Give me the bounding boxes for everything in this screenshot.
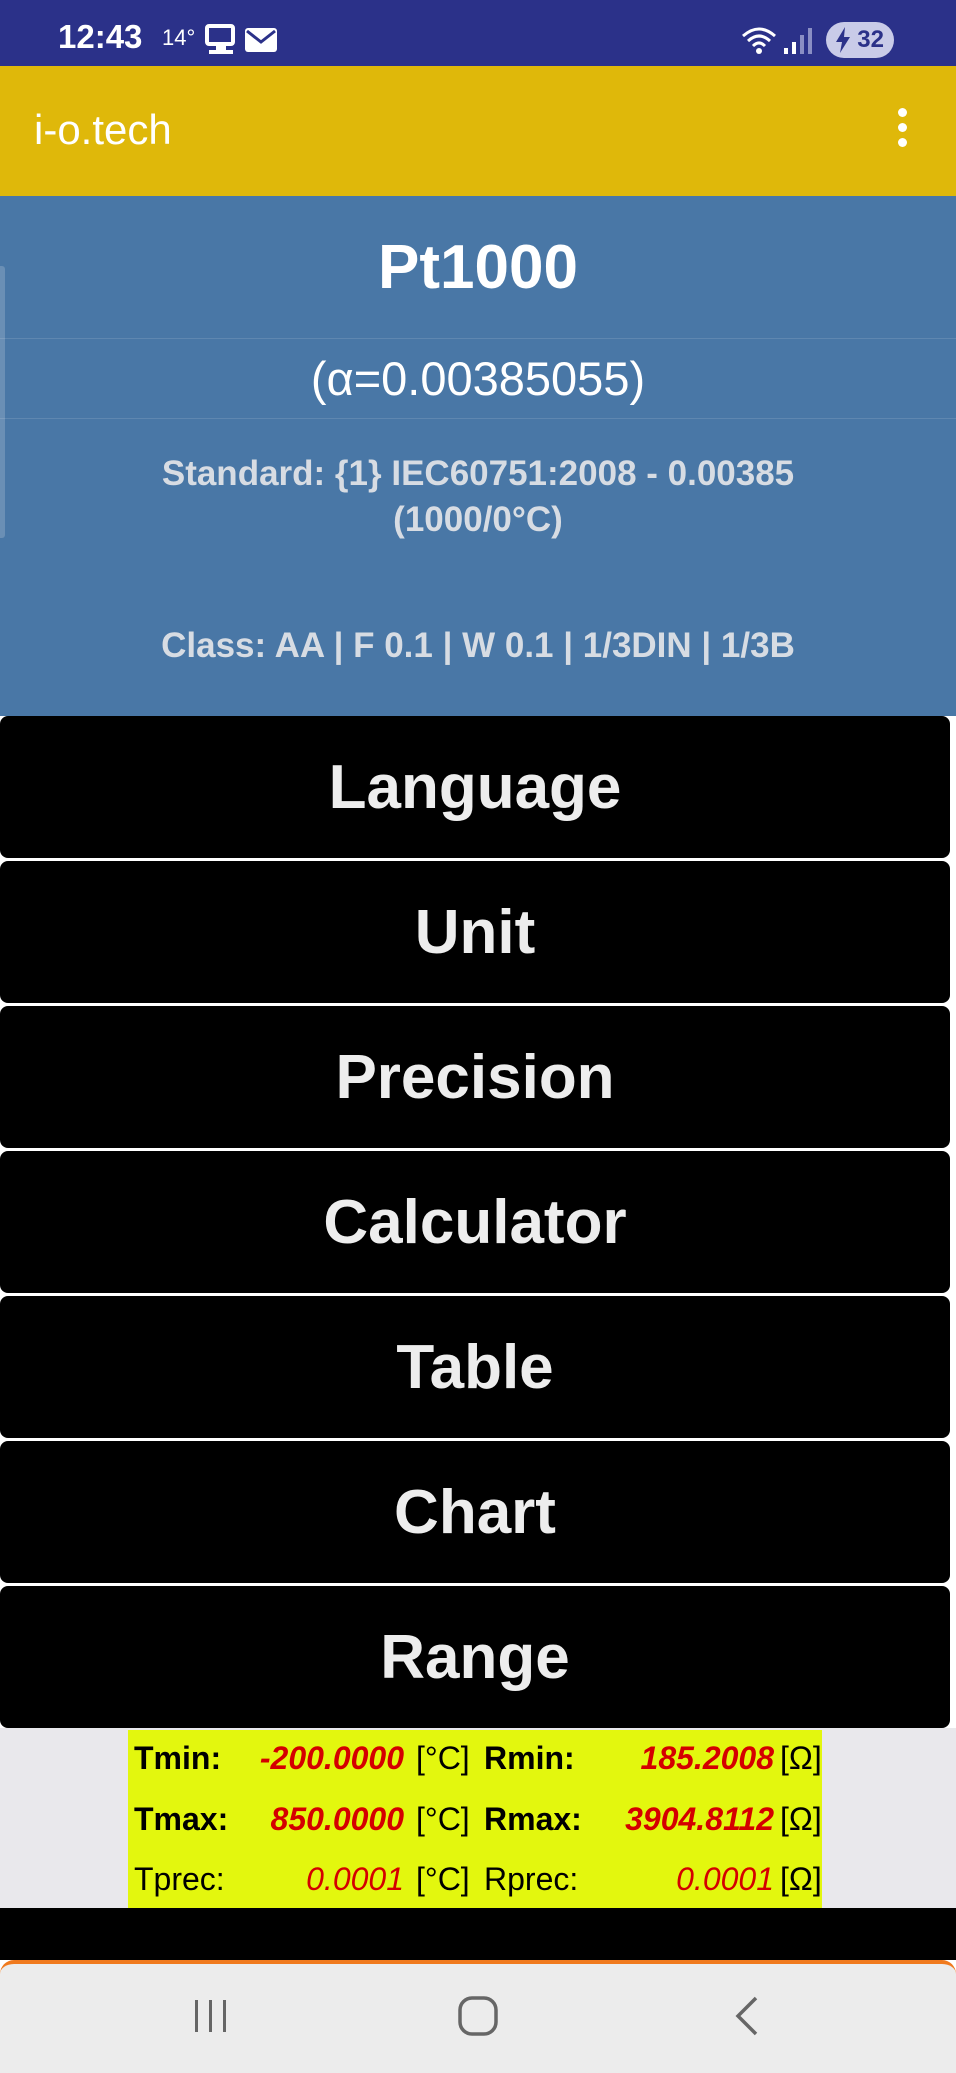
recent-apps-icon[interactable] [191, 1994, 231, 2038]
rmax-unit: [Ω] [780, 1801, 822, 1837]
home-icon[interactable] [456, 1994, 500, 2038]
battery-level: 32 [857, 26, 884, 53]
tprec-value: 0.0001 [306, 1861, 404, 1897]
status-time: 12:43 [58, 18, 143, 55]
menu-item-range[interactable]: Range [0, 1586, 950, 1728]
sensor-alpha: (α=0.00385055) [310, 352, 646, 405]
rprec-value: 0.0001 [676, 1861, 774, 1897]
divider [0, 338, 956, 339]
menu-item-label: Table [396, 1332, 554, 1402]
charging-bolt-icon [836, 27, 850, 53]
sensor-class: Class: AA | F 0.1 | W 0.1 | 1/3DIN | 1/3… [161, 626, 795, 665]
menu-item-label: Unit [414, 897, 536, 967]
navigation-bar [0, 1960, 956, 2073]
menu-item-label: Range [380, 1622, 570, 1692]
sensor-name: Pt1000 [378, 233, 578, 302]
rmin-label: Rmin: [484, 1740, 575, 1776]
menu-item-calculator[interactable]: Calculator [0, 1151, 950, 1293]
mail-icon [245, 28, 277, 52]
signal-icon [784, 28, 812, 54]
range-summary: Tmin: -200.0000 [°C] Rmin: 185.2008 [Ω] … [0, 1728, 956, 1908]
more-vert-icon[interactable] [894, 108, 910, 156]
rmin-value: 185.2008 [640, 1740, 774, 1776]
menu-item-label: Precision [335, 1042, 615, 1112]
sensor-standard: Standard: {1} IEC60751:2008 - 0.00385 (1… [161, 454, 795, 539]
menu-item-label: Calculator [323, 1187, 627, 1257]
range-summary-box: Tmin: -200.0000 [°C] Rmin: 185.2008 [Ω] … [128, 1730, 822, 1908]
footer-strip [0, 1908, 956, 1960]
divider [0, 418, 956, 419]
app-bar: i-o.tech [0, 66, 956, 196]
menu-item-chart[interactable]: Chart [0, 1441, 950, 1583]
wifi-icon [742, 27, 776, 54]
menu-item-label: Chart [394, 1477, 556, 1547]
device-icon [205, 24, 235, 54]
status-temperature: 14° [162, 25, 196, 50]
menu-item-table[interactable]: Table [0, 1296, 950, 1438]
tmax-value: 850.0000 [270, 1801, 404, 1837]
menu-item-label: Language [328, 752, 622, 822]
rmin-unit: [Ω] [780, 1740, 822, 1776]
rmax-value: 3904.8112 [625, 1801, 774, 1837]
menu-item-language[interactable]: Language [0, 716, 950, 858]
sensor-info-panel: Pt1000 (α=0.00385055) Standard: {1} IEC6… [0, 196, 956, 716]
menu-item-precision[interactable]: Precision [0, 1006, 950, 1148]
menu-list: Language Unit Precision Calculator Table… [0, 716, 956, 1728]
rprec-label: Rprec: [484, 1861, 579, 1897]
rprec-unit: [Ω] [780, 1861, 822, 1897]
tmax-unit: [°C] [416, 1801, 470, 1837]
tprec-unit: [°C] [416, 1861, 470, 1897]
tmin-unit: [°C] [416, 1740, 470, 1776]
tmin-value: -200.0000 [259, 1740, 404, 1776]
status-bar: 12:43 14° 32 [0, 0, 956, 66]
app-title: i-o.tech [34, 106, 172, 153]
back-icon[interactable] [728, 1994, 768, 2038]
battery-charging-icon: 32 [826, 22, 894, 58]
menu-item-unit[interactable]: Unit [0, 861, 950, 1003]
rmax-label: Rmax: [484, 1801, 582, 1837]
